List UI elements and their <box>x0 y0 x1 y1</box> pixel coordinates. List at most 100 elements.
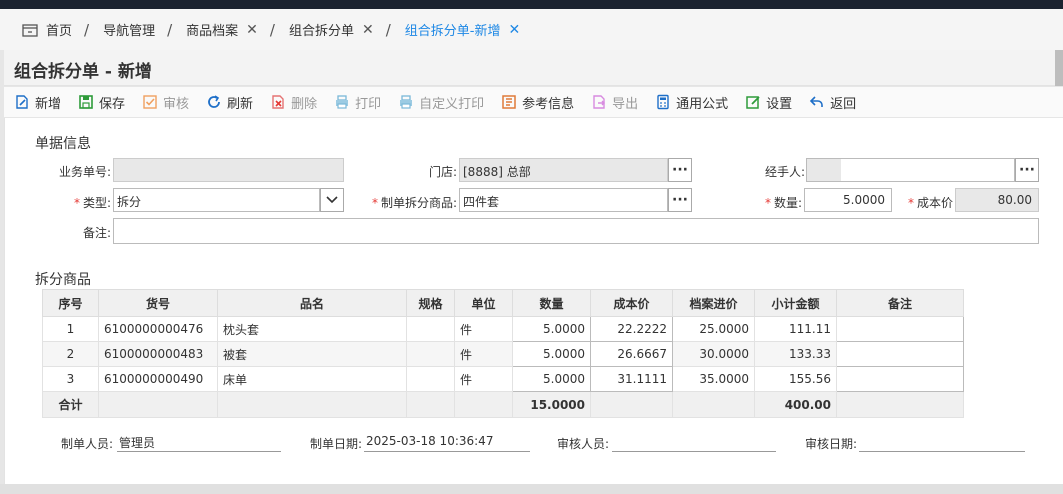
printer-icon <box>336 95 349 109</box>
tab-product-archive[interactable]: 商品档案 ✕ <box>186 20 258 40</box>
reference-button[interactable]: 参考信息 <box>501 93 574 112</box>
empty-cell <box>406 391 455 418</box>
row-spec <box>406 316 455 342</box>
empty-cell <box>217 391 407 418</box>
custom-print-button[interactable]: 自定义打印 <box>398 93 484 112</box>
breadcrumb-separator: / <box>84 20 90 39</box>
tab-label: 商品档案 <box>186 24 239 39</box>
new-button[interactable]: 新增 <box>14 93 61 112</box>
table-row[interactable]: 1 6100000000476 枕头套 件 5.0000 22.2222 25.… <box>42 316 964 342</box>
audit-label: 审核 <box>163 96 190 112</box>
cost-label: * 成本价 <box>897 194 953 211</box>
reference-icon <box>502 95 516 109</box>
table-row[interactable]: 3 6100000000490 床单 件 5.0000 31.1111 35.0… <box>42 366 964 392</box>
empty-cell <box>672 391 755 418</box>
section-title-doc-info: 单据信息 <box>35 136 91 152</box>
row-cost-cell[interactable]: 22.2222 <box>590 316 673 342</box>
required-mark: * <box>764 196 771 210</box>
column-header: 规格 <box>406 289 455 317</box>
total-qty: 15.0000 <box>512 391 591 418</box>
product-picker-button[interactable]: ··· <box>668 188 692 212</box>
total-label: 合计 <box>42 391 99 418</box>
top-dark-bar <box>0 0 1063 9</box>
audit-button[interactable]: 审核 <box>142 93 189 112</box>
store-label: 门店: <box>428 165 457 179</box>
qty-label: * 数量: <box>745 194 802 211</box>
row-archive-price: 25.0000 <box>672 316 755 342</box>
remark-field[interactable] <box>113 218 1039 244</box>
audit-date-value <box>859 434 1025 452</box>
save-button[interactable]: 保存 <box>78 93 125 112</box>
settings-edit-icon <box>746 96 760 109</box>
column-header: 数量 <box>512 289 591 317</box>
qty-label-text: 数量: <box>773 196 802 210</box>
table-row[interactable]: 2 6100000000483 被套 件 5.0000 26.6667 30.0… <box>42 341 964 367</box>
refresh-icon <box>208 95 220 108</box>
type-dropdown-button[interactable] <box>320 188 344 212</box>
page-title: 组合拆分单 - 新增 <box>14 62 152 82</box>
close-icon[interactable]: ✕ <box>362 22 374 38</box>
remark-label: 备注: <box>82 226 111 240</box>
close-icon[interactable]: ✕ <box>246 22 258 38</box>
print-button[interactable]: 打印 <box>334 93 381 112</box>
print-label: 打印 <box>355 96 382 112</box>
row-qty-cell[interactable]: 5.0000 <box>512 366 591 392</box>
formula-button[interactable]: 通用公式 <box>655 93 728 112</box>
tab-combo-split[interactable]: 组合拆分单 ✕ <box>289 20 374 40</box>
tab-home[interactable]: 首页 <box>22 20 72 39</box>
delete-button[interactable]: 删除 <box>270 93 317 112</box>
custom-print-label: 自定义打印 <box>419 96 485 112</box>
created-date-label: 制单日期: <box>310 437 363 451</box>
tab-label: 导航管理 <box>103 24 156 39</box>
store-picker-button[interactable]: ··· <box>668 158 692 182</box>
printer-icon <box>400 95 413 109</box>
refresh-button[interactable]: 刷新 <box>206 93 253 112</box>
creator-label: 制单人员: <box>61 437 114 451</box>
row-cost-cell[interactable]: 31.1111 <box>590 366 673 392</box>
table-header-row: 序号 货号 品名 规格 单位 数量 成本价 档案进价 小计金额 备注 <box>42 289 964 317</box>
tab-combo-split-new[interactable]: 组合拆分单-新增 ✕ <box>404 20 520 40</box>
row-name: 枕头套 <box>217 316 407 342</box>
items-table: 序号 货号 品名 规格 单位 数量 成本价 档案进价 小计金额 备注 1 610… <box>42 289 964 418</box>
creator-value: 管理员 <box>117 434 281 452</box>
back-button[interactable]: 返回 <box>809 93 856 112</box>
auditor-value <box>612 434 776 452</box>
row-no: 1 <box>42 316 99 342</box>
row-remark-cell[interactable] <box>836 366 964 392</box>
row-remark-cell[interactable] <box>836 341 964 367</box>
product-label: * 制单拆分商品: <box>345 194 457 211</box>
handler-field-prefix <box>807 159 841 181</box>
row-remark-cell[interactable] <box>836 316 964 342</box>
tab-label: 组合拆分单-新增 <box>404 24 501 39</box>
row-spec <box>406 341 455 367</box>
product-label-text: 制单拆分商品: <box>380 196 457 210</box>
export-button[interactable]: 导出 <box>591 93 638 112</box>
handler-picker-button[interactable]: ··· <box>1015 158 1039 182</box>
required-mark: * <box>73 196 80 210</box>
tab-nav-management[interactable]: 导航管理 <box>103 20 155 39</box>
cost-field[interactable]: 80.00 <box>955 188 1039 212</box>
row-qty-cell[interactable]: 5.0000 <box>512 341 591 367</box>
check-icon <box>143 95 157 109</box>
doc-no-field[interactable] <box>113 158 344 182</box>
row-archive-price: 30.0000 <box>672 341 755 367</box>
scrollbar[interactable] <box>1055 50 1063 86</box>
type-select[interactable]: 拆分 <box>113 188 320 212</box>
settings-label: 设置 <box>766 96 793 112</box>
formula-label: 通用公式 <box>676 96 729 112</box>
required-mark: * <box>907 196 914 210</box>
qty-field[interactable]: 5.0000 <box>804 188 892 212</box>
row-subtotal: 155.56 <box>754 366 837 392</box>
home-icon <box>22 23 38 37</box>
row-qty-cell[interactable]: 5.0000 <box>512 316 591 342</box>
back-label: 返回 <box>830 96 857 112</box>
total-subtotal: 400.00 <box>754 391 837 418</box>
store-field[interactable]: [8888] 总部 <box>459 158 668 182</box>
column-header: 序号 <box>42 289 99 317</box>
audit-date-label: 审核日期: <box>805 437 858 451</box>
row-cost-cell[interactable]: 26.6667 <box>590 341 673 367</box>
row-spec <box>406 366 455 392</box>
settings-button[interactable]: 设置 <box>745 93 792 112</box>
close-icon[interactable]: ✕ <box>508 22 520 38</box>
product-field[interactable]: 四件套 <box>459 188 668 212</box>
